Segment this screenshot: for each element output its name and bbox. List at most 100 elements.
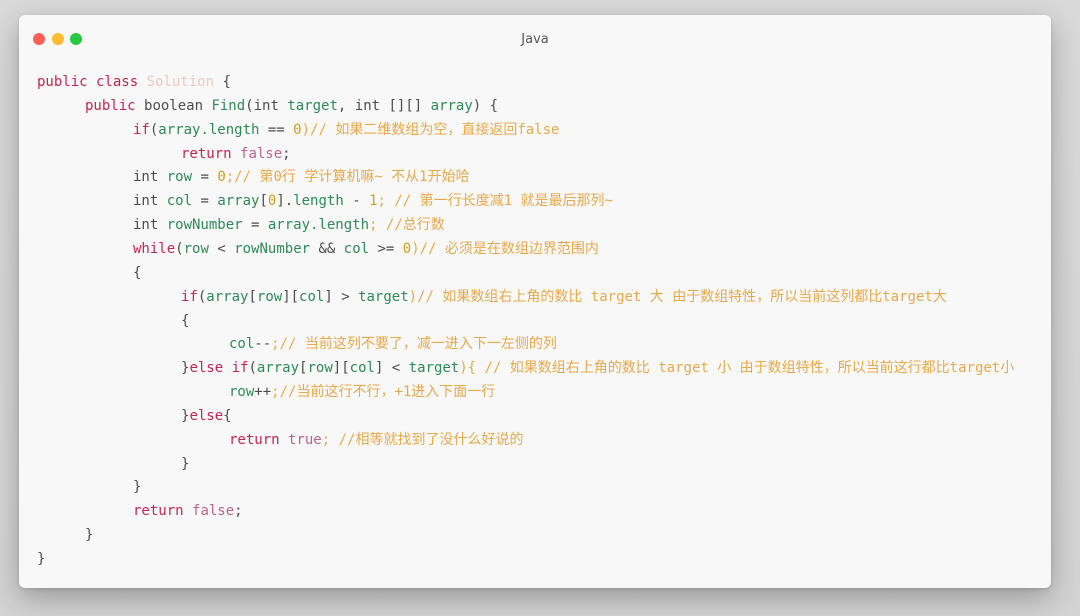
code-line: { [133,263,141,283]
code-line: } [85,525,93,545]
code-token: )// 如果二维数组为空，直接返回false [301,121,560,138]
code-token: { [133,264,142,281]
code-token: Find [211,97,246,114]
code-token: } [85,527,94,544]
code-token: 0 [293,121,302,138]
code-token: ; [282,145,291,162]
code-line: } [37,549,45,569]
code-token: else [189,407,224,424]
code-line: int rowNumber = array.length; //总行数 [133,215,445,235]
code-token: length [293,193,344,210]
code-token: if [133,121,150,138]
code-token: rowNumber [234,240,311,257]
code-token: row [229,384,255,401]
code-token: = [192,169,218,186]
code-line: return true; //相等就找到了没什么好说的 [229,430,523,450]
code-token: ]. [276,193,294,210]
code-token: ;// 当前这列不要了，减一进入下一左侧的列 [271,336,557,353]
code-token: { [214,74,231,90]
code-token: false [192,503,235,520]
code-token: 0 [402,240,412,257]
code-token: col [343,240,370,257]
code-token: , int [][] [337,97,431,114]
code-token: -- [254,336,272,353]
code-token: row [307,360,333,377]
code-token: } [181,455,190,472]
code-token: ][ [332,360,350,377]
code-line: int row = 0;// 第0行 学计算机嘛~ 不从1开始哈 [133,167,470,187]
code-token: int [133,193,167,210]
code-line: }else if(array[row][col] < target){ // 如… [181,358,1014,378]
title-bar: Java [19,15,1051,59]
code-token: ; // 第一行长度减1 就是最后那列~ [377,193,613,210]
code-token: row [166,169,193,186]
code-token: == [259,121,294,138]
code-token: ; [234,503,243,520]
code-token: array [206,288,249,305]
code-token: col [166,193,193,210]
code-line: col--;// 当前这列不要了，减一进入下一左侧的列 [229,334,557,354]
code-token: < [208,240,235,257]
code-line: return false; [133,501,243,521]
code-line: } [181,454,189,474]
code-token: target [358,288,409,305]
code-token: public [85,97,145,114]
code-token: (int [245,97,288,114]
code-token: int [133,169,167,186]
code-token: false [240,145,283,162]
code-token: rowNumber [166,217,243,234]
code-token: return [181,145,241,162]
code-token: ;// 第0行 学计算机嘛~ 不从1开始哈 [225,169,470,186]
code-token: else if [189,360,249,377]
code-token: col [299,288,325,305]
code-token: array [256,360,300,377]
code-line: row++;//当前这行不行，+1进入下面一行 [229,382,495,402]
code-token: >= [369,240,403,257]
code-token: 0 [217,169,226,186]
code-token: ;//当前这行不行，+1进入下面一行 [271,384,496,401]
code-token: && [310,240,344,257]
code-token: [ [248,288,257,305]
code-line: }else{ [181,406,232,426]
code-token: = [242,217,268,234]
code-line: return false; [181,144,291,164]
code-token: Solution [146,74,215,90]
code-line: while(row < rowNumber && col >= 0)// 必须是… [133,239,599,259]
code-token: ] > [324,288,359,305]
code-token: array [430,97,473,114]
code-token: } [133,479,142,496]
window-title: Java [521,32,549,47]
code-token: = [192,193,218,210]
code-token: target [408,360,460,377]
code-token: ] < [374,360,409,377]
code-token: ( [175,240,184,257]
code-line: int col = array[0].length - 1; // 第一行长度减… [133,191,613,211]
code-token: ][ [282,288,300,305]
code-token: ; //总行数 [369,217,445,234]
code-token: - [343,193,370,210]
code-line: } [133,477,141,497]
code-line: { [181,311,189,331]
code-token: col [229,336,255,353]
code-token: } [37,551,46,567]
code-token: public class [37,74,147,90]
code-token: ){ // 如果数组右上角的数比 target 小 由于数组特性，所以当前这行都… [459,360,1015,377]
code-line: public class Solution { [37,72,231,92]
code-token: return [133,503,193,520]
code-token: boolean [144,97,212,114]
code-token: true [288,431,322,448]
code-token: { [223,407,232,424]
code-token: )// 如果数组右上角的数比 target 大 由于数组特性，所以当前这列都比t… [408,288,947,305]
code-token: if [181,288,198,305]
code-line: if(array.length == 0)// 如果二维数组为空，直接返回fal… [133,120,559,140]
code-token: { [181,312,190,329]
code-window: Java public class Solution { public boole… [19,15,1051,588]
code-token: while [133,240,176,257]
code-line: if(array[row][col] > target)// 如果数组右上角的数… [181,287,947,307]
code-token: array.length [267,217,370,234]
code-block: public class Solution { public boolean Fi… [37,72,1051,588]
code-line: public boolean Find(int target, int [][]… [85,96,498,116]
code-token: row [256,288,283,305]
code-token: return [229,431,289,448]
code-token: 1 [369,193,378,210]
